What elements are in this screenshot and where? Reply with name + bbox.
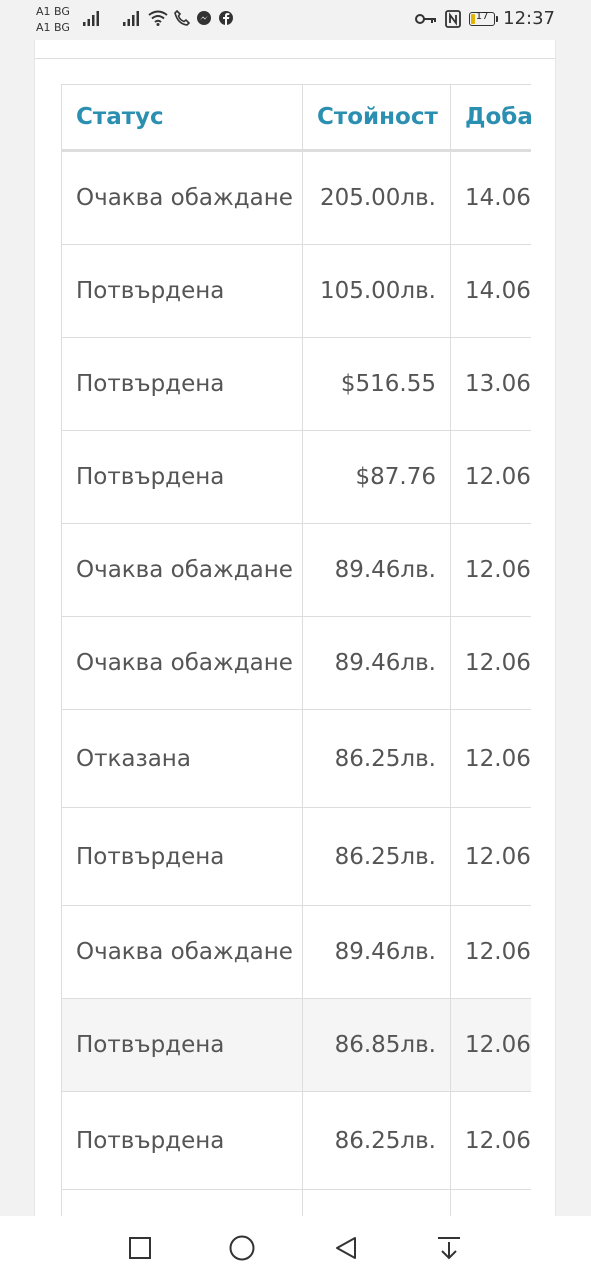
triangle-back-icon — [336, 1237, 356, 1259]
cell-status: Потвърдена — [61, 244, 303, 338]
cell-value: $87.76 — [302, 430, 451, 524]
cell-status: Потвърдена — [61, 430, 303, 524]
cell-status: Потвърдена — [61, 807, 303, 906]
cell-value: 86.25лв. — [302, 1091, 451, 1190]
cell-date: 13.06. — [450, 337, 531, 431]
orders-table-scroll[interactable]: Статус Стойност Доба Очаква обаждане 205… — [61, 84, 531, 1220]
cell-date: 12.06. — [450, 905, 531, 999]
table-row[interactable]: Потвърдена 105.00лв. 14.06. — [61, 244, 531, 338]
cell-date: 12.06. — [450, 616, 531, 710]
clock: 12:37 — [503, 8, 555, 29]
carrier-1: A1 BG — [36, 5, 70, 18]
cell-value: 86.25лв. — [302, 709, 451, 808]
status-bar: A1 BG A1 BG 17 12:37 — [0, 0, 591, 40]
cell-status: Очаква обаждане — [61, 616, 303, 710]
table-row[interactable]: Потвърдена $87.76 12.06. — [61, 430, 531, 524]
recents-button[interactable] — [126, 1234, 154, 1262]
column-header-status[interactable]: Статус — [61, 84, 303, 152]
cell-value: 89.46лв. — [302, 905, 451, 999]
table-row[interactable]: Очаква обаждане 89.46лв. 12.06. — [61, 523, 531, 617]
cell-status: Потвърдена — [61, 998, 303, 1092]
cell-status: Потвърдена — [61, 337, 303, 431]
table-row[interactable]: Потвърдена 86.25лв. 12.06. — [61, 1091, 531, 1190]
notification-pulldown-icon — [438, 1237, 460, 1260]
status-icons-left — [82, 10, 234, 26]
cell-value: 86.85лв. — [302, 998, 451, 1092]
messenger-icon — [197, 11, 211, 25]
status-icons-right: 17 12:37 — [415, 8, 555, 29]
cell-status: Очаква обаждане — [61, 150, 303, 245]
cell-value: 89.46лв. — [302, 523, 451, 617]
system-navigation-bar — [0, 1216, 591, 1280]
cell-value: 86.25лв. — [302, 807, 451, 906]
cell-status: Отказана — [61, 709, 303, 808]
cell-value: $516.55 — [302, 337, 451, 431]
signal-icon — [123, 11, 139, 26]
cell-date: 12.06. — [450, 709, 531, 808]
cell-value: 89.46лв. — [302, 616, 451, 710]
table-row[interactable]: Потвърдена $516.55 13.06. — [61, 337, 531, 431]
wifi-icon — [148, 10, 168, 26]
battery-icon: 17 — [469, 10, 499, 26]
cell-date: 12.06. — [450, 807, 531, 906]
table-header-row: Статус Стойност Доба — [61, 84, 531, 152]
cell-status: Потвърдена — [61, 1091, 303, 1190]
volte-call-icon — [174, 10, 190, 26]
signal-icon — [83, 11, 99, 26]
table-row[interactable]: Очаква обаждане 205.00лв. 14.06. — [61, 150, 531, 245]
square-recents-icon — [129, 1237, 151, 1259]
notification-pulldown-button[interactable] — [435, 1234, 463, 1262]
cell-value: 105.00лв. — [302, 244, 451, 338]
table-row[interactable]: Очаква обаждане 89.46лв. 12.06. — [61, 905, 531, 999]
cell-date: 12.06. — [450, 523, 531, 617]
content-card: Статус Стойност Доба Очаква обаждане 205… — [34, 40, 556, 1220]
table-row[interactable]: Очаква обаждане 89.46лв. 12.06. — [61, 616, 531, 710]
column-header-value[interactable]: Стойност — [302, 84, 451, 152]
table-row[interactable]: Потвърдена 86.25лв. 12.06. — [61, 807, 531, 906]
table-row[interactable]: Отказана 86.25лв. 12.06. — [61, 709, 531, 808]
nfc-icon — [445, 9, 462, 28]
column-header-date[interactable]: Доба — [450, 84, 531, 152]
facebook-icon — [219, 11, 233, 25]
carrier-labels: A1 BG A1 BG — [36, 4, 70, 36]
table-row-highlighted[interactable]: Потвърдена 86.85лв. 12.06. — [61, 998, 531, 1092]
cell-date: 14.06. — [450, 150, 531, 245]
battery-level: 17 — [475, 10, 489, 22]
cell-date: 12.06. — [450, 998, 531, 1092]
back-button[interactable] — [332, 1234, 360, 1262]
cell-date: 12.06. — [450, 1091, 531, 1190]
card-divider — [35, 58, 555, 59]
cell-status: Очаква обаждане — [61, 905, 303, 999]
home-button[interactable] — [228, 1234, 256, 1262]
cell-value: 205.00лв. — [302, 150, 451, 245]
key-icon — [415, 13, 437, 24]
cell-date: 14.06. — [450, 244, 531, 338]
cell-date: 12.06. — [450, 430, 531, 524]
cell-status: Очаква обаждане — [61, 523, 303, 617]
circle-home-icon — [229, 1235, 255, 1261]
carrier-2: A1 BG — [36, 21, 70, 34]
orders-table: Статус Стойност Доба Очаква обаждане 205… — [61, 84, 531, 1220]
